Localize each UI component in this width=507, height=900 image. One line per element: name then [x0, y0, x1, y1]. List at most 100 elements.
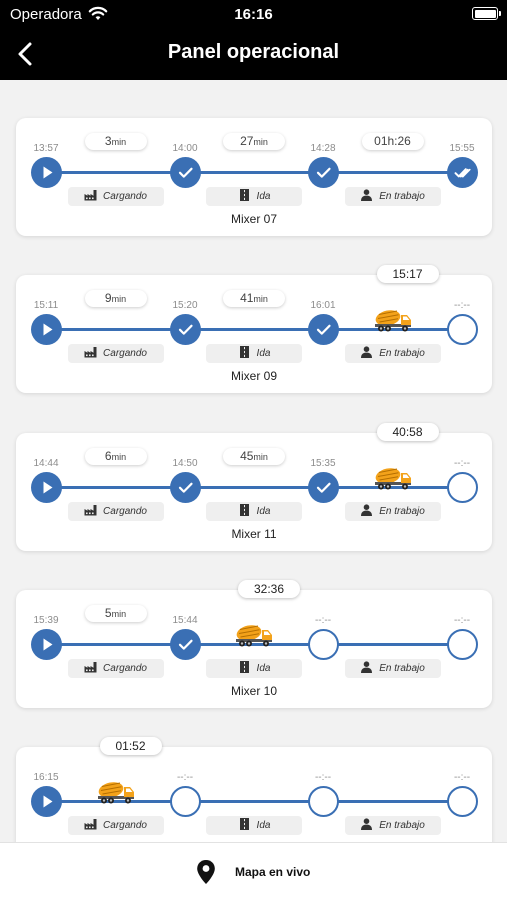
completed-node — [170, 314, 201, 345]
mixer-card[interactable]: 40:58 6min 45min 14:44 14:50 15:35 --:-- Cargan… — [16, 423, 492, 551]
completed-node — [308, 157, 339, 188]
mixer-card[interactable]: 01:52 16:15 --:-- --:-- --:-- Cargando Ida En t… — [16, 737, 492, 842]
elapsed-timer-badge: 01:52 — [99, 737, 162, 755]
start-node[interactable] — [31, 314, 62, 345]
nav-bar: Panel operacional — [0, 30, 507, 80]
cards-list: 3min 27min 01h:26 13:57 14:00 14:28 15:55 Carga… — [0, 80, 507, 842]
pending-node — [308, 629, 339, 660]
completed-node — [170, 472, 201, 503]
stage-label: En trabajo — [379, 820, 425, 831]
duration-unit: min — [111, 137, 127, 147]
stage-time: 14:44 — [33, 458, 59, 469]
duration-unit: min — [253, 294, 268, 304]
stage-time: --:-- — [453, 300, 471, 311]
stage-label: Ida — [256, 191, 271, 202]
final-node — [447, 157, 478, 188]
status-bar: Operadora 16:16 — [0, 0, 507, 30]
duration-pill: 27min — [223, 133, 285, 150]
stage-label: En trabajo — [379, 506, 425, 517]
stage-chip: Cargando — [67, 344, 164, 363]
mixer-name: Mixer 11 — [231, 527, 277, 541]
worker-icon — [360, 346, 379, 359]
factory-icon — [84, 662, 103, 674]
battery-icon — [472, 7, 501, 20]
start-node[interactable] — [31, 786, 62, 817]
duration-pill: 3min — [84, 133, 147, 150]
duration-value: 27 — [240, 134, 254, 148]
stage-time: --:-- — [314, 615, 332, 626]
completed-node — [308, 472, 339, 503]
duration-value: 41 — [240, 291, 254, 305]
completed-node — [170, 629, 201, 660]
stage-chip: En trabajo — [344, 502, 441, 521]
stage-chip: Ida — [206, 659, 302, 678]
pending-node — [170, 786, 201, 817]
stage-label: Ida — [256, 663, 271, 674]
start-node[interactable] — [31, 157, 62, 188]
duration-pill: 9min — [84, 290, 147, 307]
completed-node — [308, 314, 339, 345]
stage-chip: Cargando — [67, 502, 164, 521]
elapsed-timer-badge: 40:58 — [376, 423, 439, 441]
road-icon — [238, 346, 257, 359]
mixer-card[interactable]: 3min 27min 01h:26 13:57 14:00 14:28 15:55 Carga… — [16, 118, 492, 236]
stage-time: 15:35 — [310, 458, 336, 469]
duration-value: 6 — [104, 449, 112, 463]
progress-line — [46, 171, 462, 174]
stage-time: --:-- — [176, 772, 194, 783]
stage-time: --:-- — [453, 458, 471, 469]
completed-node — [170, 157, 201, 188]
mixer-card[interactable]: 15:17 9min 41min 15:11 15:20 16:01 --:-- Cargan… — [16, 265, 492, 393]
duration-value: 45 — [240, 449, 254, 463]
elapsed-timer-badge: 32:36 — [238, 580, 300, 598]
mixer-truck-icon — [373, 307, 413, 333]
duration-value: 01h:26 — [374, 134, 411, 148]
start-node[interactable] — [31, 629, 62, 660]
stage-time: 13:57 — [33, 143, 59, 154]
road-icon — [238, 189, 257, 202]
stage-label: En trabajo — [379, 663, 425, 674]
mixer-name: Mixer 07 — [230, 212, 277, 226]
stage-chip: Ida — [206, 502, 302, 521]
duration-unit: min — [253, 452, 268, 462]
stage-time: --:-- — [453, 615, 471, 626]
road-icon — [238, 661, 257, 674]
status-time: 16:16 — [234, 6, 273, 23]
pending-node — [447, 629, 478, 660]
stage-time: 16:15 — [33, 772, 59, 783]
road-icon — [238, 818, 257, 831]
duration-unit: min — [111, 609, 127, 619]
pending-node — [447, 786, 478, 817]
stage-label: Ida — [256, 820, 271, 831]
duration-pill: 5min — [84, 605, 147, 622]
mixer-name: Mixer 09 — [230, 369, 277, 383]
stage-time: 14:00 — [172, 143, 198, 154]
mixer-card[interactable]: 32:36 5min 15:39 15:44 --:-- --:-- Cargando Ida… — [16, 580, 492, 708]
duration-pill: 41min — [223, 290, 285, 307]
stage-label: Ida — [256, 348, 271, 359]
stage-label: En trabajo — [379, 191, 425, 202]
page-title: Panel operacional — [167, 41, 340, 63]
stage-time: 14:28 — [310, 143, 336, 154]
stage-time: 16:01 — [310, 300, 336, 311]
bottom-bar[interactable]: Mapa en vivo — [0, 842, 507, 900]
duration-value: 9 — [104, 291, 112, 305]
mixer-name: Mixer 10 — [230, 684, 277, 698]
worker-icon — [360, 189, 379, 202]
duration-unit: min — [111, 452, 127, 462]
stage-chip: En trabajo — [344, 659, 441, 678]
stage-chip: En trabajo — [344, 344, 441, 363]
stage-time: 14:50 — [172, 458, 198, 469]
stage-chip: En trabajo — [344, 187, 441, 206]
start-node[interactable] — [31, 472, 62, 503]
duration-value: 5 — [104, 606, 112, 620]
stage-label: Cargando — [103, 820, 147, 831]
duration-unit: min — [111, 294, 127, 304]
duration-pill: 6min — [84, 448, 147, 465]
duration-pill: 45min — [223, 448, 285, 465]
factory-icon — [84, 505, 103, 517]
pending-node — [447, 314, 478, 345]
stage-label: Ida — [256, 506, 271, 517]
stage-time: --:-- — [314, 772, 332, 783]
stage-label: Cargando — [103, 191, 147, 202]
